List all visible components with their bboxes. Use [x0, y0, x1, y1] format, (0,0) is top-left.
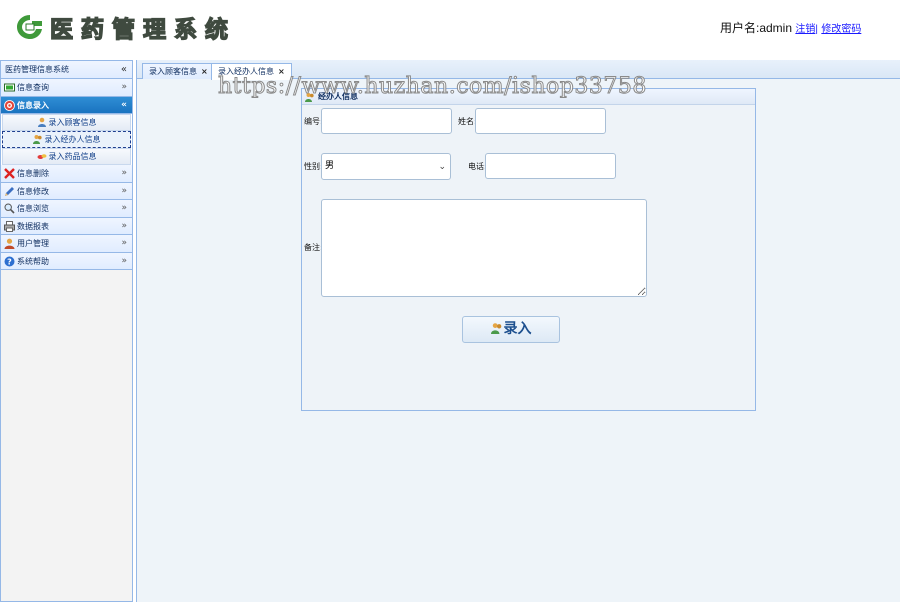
gender-select[interactable]: 男 ⌄ — [321, 153, 451, 180]
chevron-down-icon: » — [121, 238, 127, 248]
logout-link[interactable]: 注销 — [795, 24, 815, 35]
submit-label: 录入 — [503, 321, 532, 337]
pencil-icon — [5, 186, 14, 196]
sidebar-title: 医药管理信息系统 « — [1, 61, 132, 79]
users-icon — [305, 93, 314, 102]
tab-agent-entry[interactable]: 录入经办人信息 × — [211, 63, 292, 80]
target-icon — [4, 99, 15, 111]
menu-item-customer-entry[interactable]: 录入顾客信息 — [2, 114, 131, 131]
pills-icon — [37, 154, 46, 159]
magnifier-icon — [4, 203, 15, 214]
accordion-label: 用户管理 — [17, 239, 49, 248]
accordion-user-management[interactable]: 用户管理 » — [1, 235, 132, 253]
logo-icon — [17, 15, 42, 39]
logo: 医药管理系统 — [14, 12, 236, 44]
tab-label: 录入顾客信息 — [149, 67, 197, 76]
chevron-down-icon: » — [121, 168, 127, 178]
tab-bar: 录入顾客信息 × 录入经办人信息 × — [137, 60, 900, 80]
chevron-down-icon: » — [121, 185, 127, 196]
remark-textarea[interactable] — [321, 199, 647, 297]
username-label: 用户名:admin — [720, 21, 793, 35]
chevron-down-icon: » — [121, 82, 127, 92]
menu-item-label: 录入经办人信息 — [44, 135, 101, 144]
menu-item-label: 录入药品信息 — [48, 152, 97, 161]
users-icon — [32, 135, 42, 144]
accordion-info-modify[interactable]: 信息修改 » — [1, 182, 132, 200]
chevron-down-icon: » — [121, 255, 127, 266]
accordion-info-browse[interactable]: 信息浏览 » — [1, 200, 132, 218]
accordion-label: 信息录入 — [17, 100, 49, 110]
monitor-icon — [4, 83, 15, 92]
logo-text: 医药管理系统 — [49, 15, 236, 43]
menu-item-agent-entry[interactable]: 录入经办人信息 — [2, 131, 131, 148]
user-admin-icon — [4, 238, 15, 249]
phone-label: 电话: — [468, 162, 487, 171]
collapse-sidebar-icon[interactable]: « — [121, 61, 127, 79]
users-icon — [490, 323, 501, 334]
tab-label: 录入经办人信息 — [218, 67, 274, 76]
link-separator: | — [815, 24, 818, 35]
close-icon[interactable]: × — [201, 67, 208, 76]
accordion-info-delete[interactable]: 信息删除 » — [1, 165, 132, 183]
menu-item-label: 录入顾客信息 — [48, 118, 97, 127]
help-icon: ? — [4, 256, 15, 266]
sidebar-title-text: 医药管理信息系统 — [5, 65, 69, 74]
delete-x-icon — [4, 168, 15, 179]
accordion-info-query[interactable]: 信息查询 » — [1, 79, 132, 97]
tab-customer-entry[interactable]: 录入顾客信息 × — [142, 63, 215, 79]
change-password-link[interactable]: 修改密码 — [821, 24, 861, 35]
id-label: 编号: — [304, 117, 323, 126]
sidebar: 医药管理信息系统 « 信息查询 » 信息录入 « 录入顾客信息 录入经办人信息 … — [0, 60, 133, 602]
user-icon — [37, 117, 46, 127]
name-label: 姓名: — [458, 117, 477, 126]
accordion-body-info-entry: 录入顾客信息 录入经办人信息 录入药品信息 — [1, 114, 132, 165]
main-content: 录入顾客信息 × 录入经办人信息 × 经办人信息 编号: 姓名: 性别: 男 ⌄ 电… — [136, 60, 900, 602]
chevron-down-icon: ⌄ — [438, 162, 446, 172]
gender-selected-value: 男 — [325, 161, 335, 171]
id-input[interactable] — [321, 108, 452, 134]
gender-label: 性别: — [304, 162, 323, 171]
accordion-data-report[interactable]: 数据报表 » — [1, 217, 132, 235]
chevron-down-icon: » — [121, 220, 127, 231]
chevron-down-icon: » — [121, 203, 127, 213]
name-input[interactable] — [475, 108, 606, 134]
svg-text:?: ? — [7, 257, 12, 266]
panel-title-text: 经办人信息 — [318, 92, 358, 101]
submit-button[interactable]: 录入 — [462, 316, 560, 343]
remark-label: 备注: — [304, 243, 323, 252]
accordion-info-entry[interactable]: 信息录入 « — [1, 96, 132, 114]
accordion-label: 数据报表 — [17, 221, 49, 231]
close-icon[interactable]: × — [278, 67, 285, 76]
accordion-system-help[interactable]: ? 系统帮助 » — [1, 252, 132, 270]
phone-input[interactable] — [485, 153, 616, 179]
panel-title: 经办人信息 — [302, 89, 755, 105]
accordion-label: 信息删除 — [17, 169, 49, 178]
accordion-label: 信息修改 — [17, 186, 49, 196]
accordion-label: 信息浏览 — [17, 204, 49, 213]
menu-item-medicine-entry[interactable]: 录入药品信息 — [2, 148, 131, 165]
chevron-up-icon: « — [121, 99, 127, 110]
accordion-label: 信息查询 — [17, 83, 49, 92]
accordion-label: 系统帮助 — [17, 256, 49, 266]
user-area: 用户名:admin 注销| 修改密码 — [720, 19, 861, 36]
app-header: 医药管理系统 用户名:admin 注销| 修改密码 — [0, 0, 900, 58]
printer-icon — [4, 220, 15, 232]
